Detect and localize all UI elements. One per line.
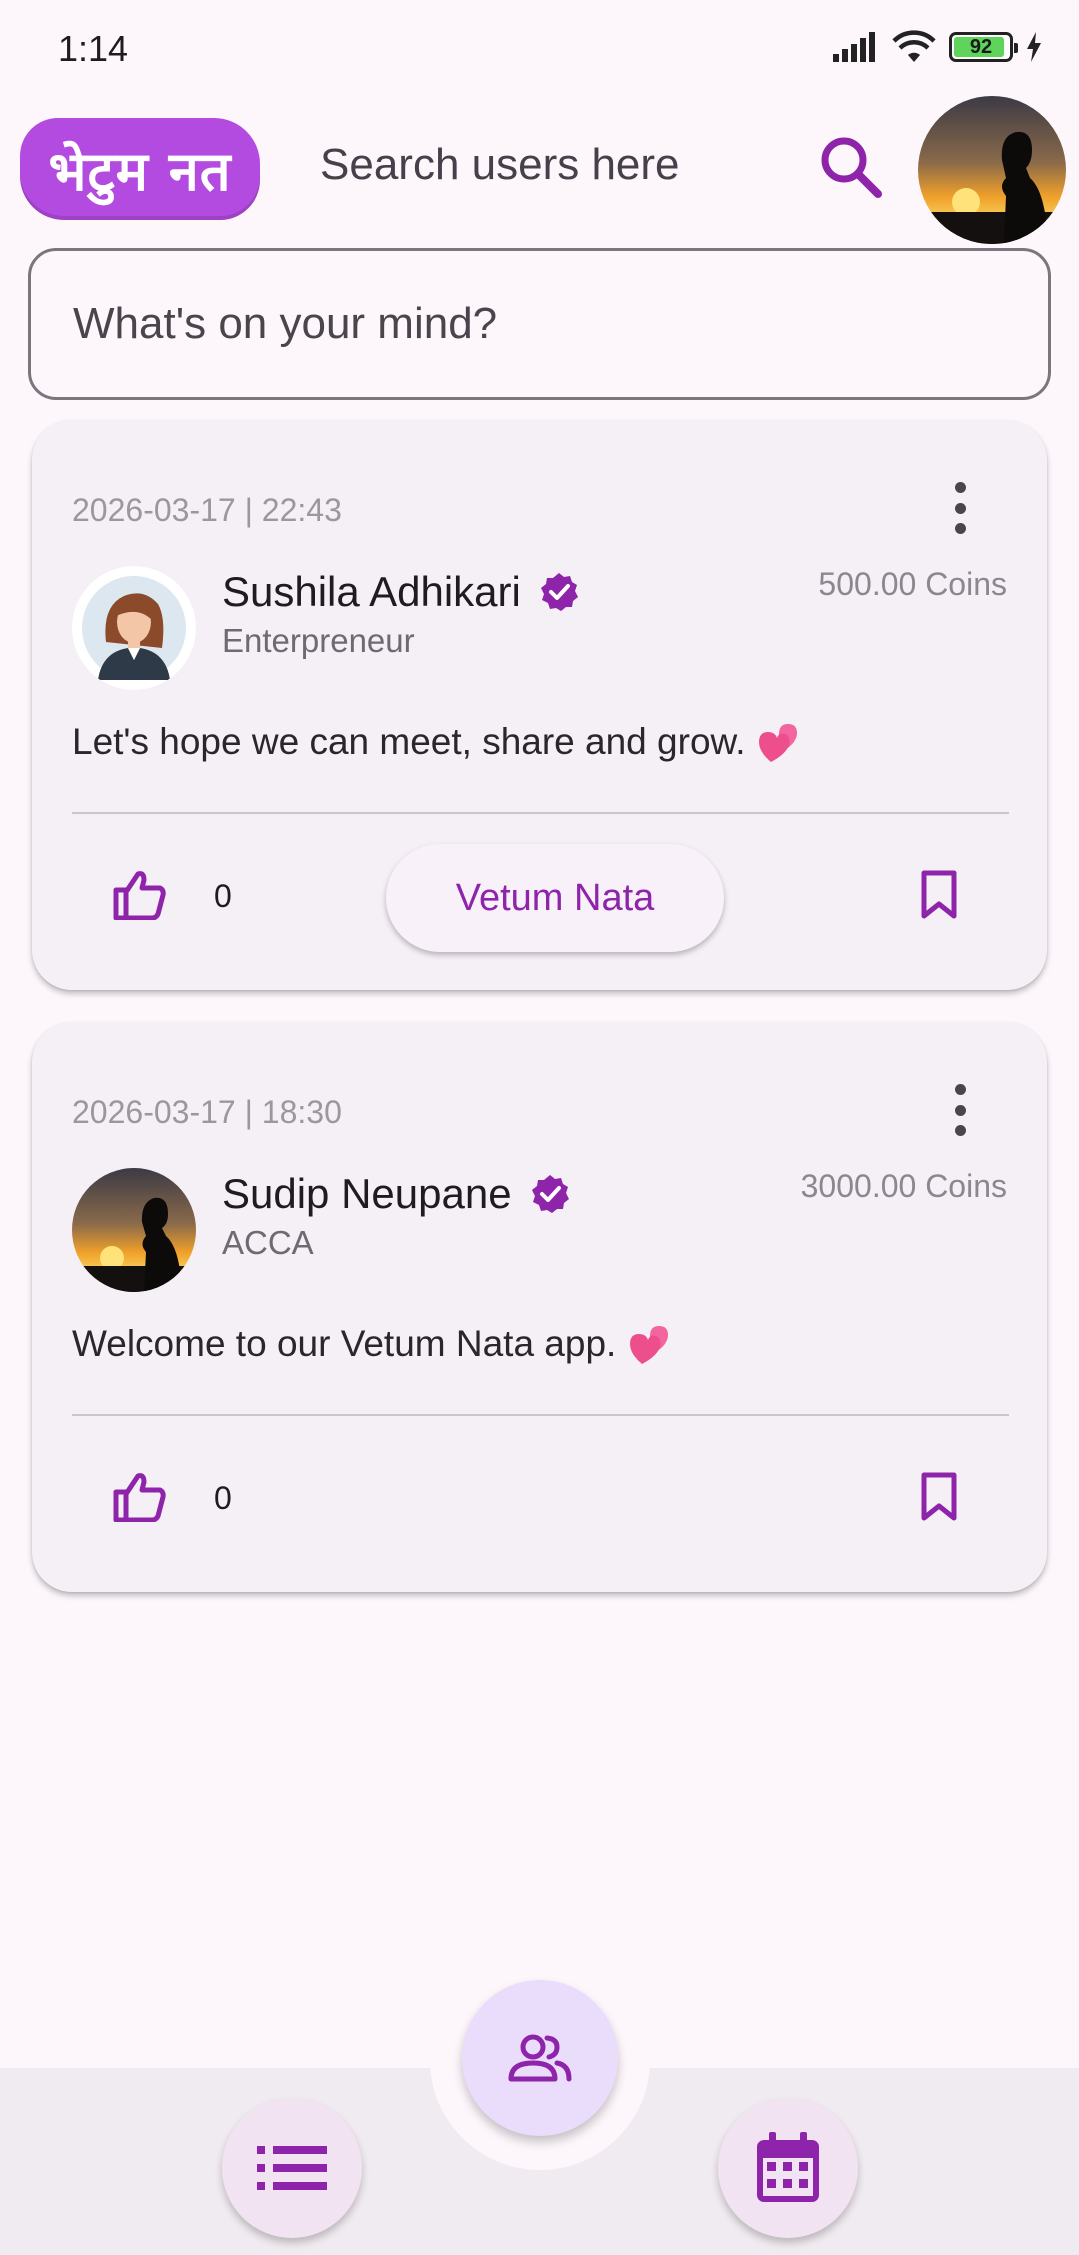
like-icon[interactable] xyxy=(112,870,166,920)
people-button[interactable] xyxy=(462,1980,618,2136)
more-options-icon[interactable] xyxy=(953,1084,967,1136)
two-hearts-emoji xyxy=(759,724,798,762)
two-hearts-emoji xyxy=(630,1326,669,1364)
status-time: 1:14 xyxy=(58,28,129,69)
author-role: ACCA xyxy=(222,1224,314,1261)
search-icon[interactable] xyxy=(816,132,886,202)
post-card: 2026-03-17 | 18:30 Sudip Neupane ACCA 30… xyxy=(32,1022,1047,1592)
profile-avatar[interactable] xyxy=(918,96,1066,244)
author-avatar[interactable] xyxy=(72,1168,196,1292)
signal-icon xyxy=(833,32,875,62)
search-input[interactable]: Search users here xyxy=(320,140,680,190)
post-body: Let's hope we can meet, share and grow. xyxy=(72,720,801,764)
like-count: 0 xyxy=(214,1480,232,1516)
author-avatar[interactable] xyxy=(72,566,196,690)
author-name-row: Sushila Adhikari xyxy=(222,568,579,616)
app-logo: भेटुम नत xyxy=(20,118,260,220)
battery-icon: 92 xyxy=(949,32,1018,62)
post-composer-input[interactable]: What's on your mind? xyxy=(28,248,1051,400)
bookmark-icon[interactable] xyxy=(919,870,959,920)
post-body: Welcome to our Vetum Nata app. xyxy=(72,1322,672,1366)
author-name[interactable]: Sushila Adhikari xyxy=(222,568,521,616)
people-icon xyxy=(508,2034,572,2082)
like-icon[interactable] xyxy=(112,1472,166,1522)
battery-level: 92 xyxy=(969,35,993,58)
author-name-row: Sudip Neupane xyxy=(222,1170,570,1218)
bookmark-icon[interactable] xyxy=(919,1472,959,1522)
verified-badge-icon xyxy=(531,1175,569,1213)
calendar-button[interactable] xyxy=(718,2098,858,2238)
post-card: 2026-03-17 | 22:43 Sushila Adhikari Ente… xyxy=(32,420,1047,990)
author-role: Enterpreneur xyxy=(222,622,415,659)
charging-icon xyxy=(1027,32,1041,62)
post-date: 2026-03-17 | 22:43 xyxy=(72,492,342,528)
wifi-icon xyxy=(892,30,936,62)
post-text: Welcome to our Vetum Nata app. xyxy=(72,1323,617,1364)
vetum-nata-button[interactable]: Vetum Nata xyxy=(386,844,724,952)
post-text: Let's hope we can meet, share and grow. xyxy=(72,721,746,762)
card-divider xyxy=(72,1414,1009,1416)
coins-value: 500.00 Coins xyxy=(818,566,1007,602)
post-date: 2026-03-17 | 18:30 xyxy=(72,1094,342,1130)
calendar-icon xyxy=(757,2132,819,2202)
list-icon xyxy=(257,2146,327,2190)
verified-badge-icon xyxy=(540,573,578,611)
feed-list-button[interactable] xyxy=(222,2098,362,2238)
status-icons: 92 xyxy=(831,30,1043,64)
coins-value: 3000.00 Coins xyxy=(800,1168,1007,1204)
card-divider xyxy=(72,812,1009,814)
more-options-icon[interactable] xyxy=(953,482,967,534)
like-count: 0 xyxy=(214,878,232,914)
author-name[interactable]: Sudip Neupane xyxy=(222,1170,512,1218)
